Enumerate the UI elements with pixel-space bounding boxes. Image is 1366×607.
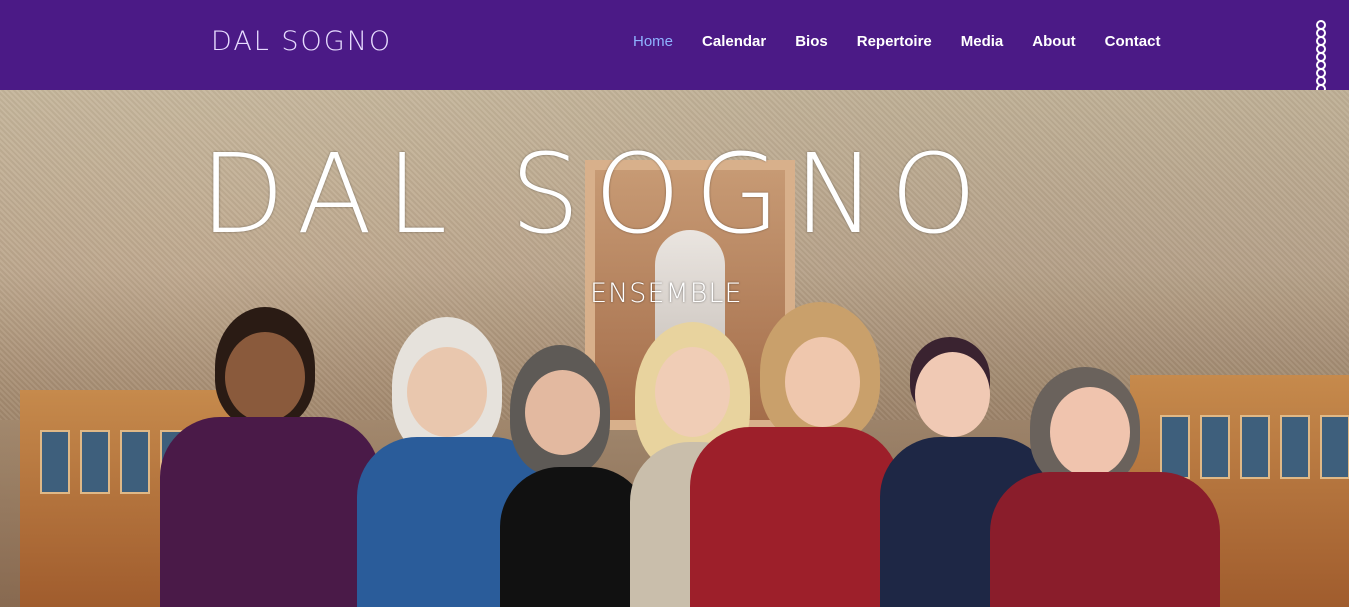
nav-repertoire[interactable]: Repertoire <box>857 33 932 50</box>
nav-about[interactable]: About <box>1032 33 1075 50</box>
hero-title: DAL SOGNO <box>200 130 991 258</box>
nav-bios[interactable]: Bios <box>795 33 828 50</box>
nav-contact[interactable]: Contact <box>1105 33 1161 50</box>
site-logo[interactable]: DAL SOGNO <box>211 26 392 57</box>
nav-calendar[interactable]: Calendar <box>702 33 766 50</box>
nav-media[interactable]: Media <box>961 33 1004 50</box>
main-nav: Home Calendar Bios Repertoire Media Abou… <box>633 33 1189 50</box>
hero-section: DAL SOGNO ENSEMBLE <box>0 90 1349 607</box>
site-header: DAL SOGNO Home Calendar Bios Repertoire … <box>0 0 1349 134</box>
nav-home[interactable]: Home <box>633 33 673 50</box>
